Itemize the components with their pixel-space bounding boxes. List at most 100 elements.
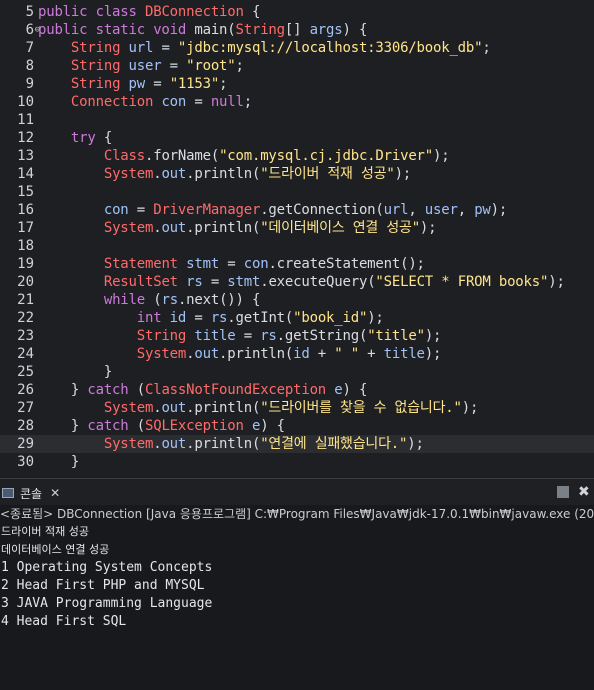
code-token: title xyxy=(383,346,425,362)
code-token: System xyxy=(103,436,154,452)
line-number: 23 xyxy=(17,328,34,344)
line-number: 21 xyxy=(17,292,34,308)
code-line[interactable]: 25 } xyxy=(0,363,594,381)
code-line[interactable]: 14 System.out.println("드라이버 적재 성공"); xyxy=(0,165,594,183)
code-token: "드라이버 적재 성공" xyxy=(260,166,395,182)
code-line[interactable]: 18 xyxy=(0,237,594,255)
code-token: .getInt( xyxy=(227,310,294,326)
code-token: main xyxy=(194,22,228,38)
code-token: { xyxy=(95,130,113,146)
code-token: Connection xyxy=(70,94,154,110)
code-text: System.out.println("드라이버 적재 성공"); xyxy=(38,165,411,183)
code-text: String user = "root"; xyxy=(38,57,244,75)
code-token: ; xyxy=(243,94,252,110)
code-token: = xyxy=(128,202,154,218)
code-line[interactable]: 16 con = DriverManager.getConnection(url… xyxy=(0,201,594,219)
code-line[interactable]: 30 } xyxy=(0,453,594,471)
console-process-header: <종료됨> DBConnection [Java 응용프로그램] C:₩Prog… xyxy=(0,507,594,521)
code-token: "데이터베이스 연결 성공" xyxy=(260,220,420,236)
code-line[interactable]: 17 System.out.println("데이터베이스 연결 성공"); xyxy=(0,219,594,237)
code-line[interactable]: 19 Statement stmt = con.createStatement(… xyxy=(0,255,594,273)
code-token: ); xyxy=(407,436,424,452)
close-tab-icon[interactable]: ✕ xyxy=(50,486,60,500)
code-token: args xyxy=(309,22,343,38)
code-line[interactable]: 23 String title = rs.getString("title"); xyxy=(0,327,594,345)
code-editor[interactable]: 5 public class DBConnection {6 ⊖ public sta… xyxy=(0,0,594,478)
tab-console-label: 콘솔 xyxy=(20,486,43,501)
code-line[interactable]: 9 String pw = "1153"; xyxy=(0,75,594,93)
code-line[interactable]: 13 Class.forName("com.mysql.cj.jdbc.Driv… xyxy=(0,147,594,165)
code-text: } catch (ClassNotFoundException e) { xyxy=(38,381,367,399)
code-token: id xyxy=(169,310,187,326)
code-token: "jdbc:mysql://localhost:3306/book_db" xyxy=(177,40,483,56)
code-token: out xyxy=(194,346,220,362)
code-line[interactable]: 12 try { xyxy=(0,129,594,147)
code-line[interactable]: 24 System.out.println(id + " " + title); xyxy=(0,345,594,363)
line-number: 17 xyxy=(17,220,34,236)
code-text: String url = "jdbc:mysql://localhost:330… xyxy=(38,39,491,57)
line-number: 5 xyxy=(25,4,34,20)
code-text: ResultSet rs = stmt.executeQuery("SELECT… xyxy=(38,273,565,291)
code-line[interactable]: 5 public class DBConnection { xyxy=(0,3,594,21)
code-text: System.out.println(id + " " + title); xyxy=(38,345,442,363)
tab-console[interactable]: 콘솔 ✕ xyxy=(2,483,60,503)
code-line[interactable]: 7 String url = "jdbc:mysql://localhost:3… xyxy=(0,39,594,57)
line-number: 11 xyxy=(17,112,34,128)
code-line[interactable]: 28 } catch (SQLException e) { xyxy=(0,417,594,435)
code-token: } xyxy=(38,364,113,380)
code-line[interactable]: 20 ResultSet rs = stmt.executeQuery("SEL… xyxy=(0,273,594,291)
line-number: 30 xyxy=(17,454,34,470)
code-token: e xyxy=(334,382,343,398)
code-token: user xyxy=(128,58,162,74)
code-token: out xyxy=(161,220,187,236)
console-output-line: 드라이버 적재 성공 xyxy=(1,525,89,538)
code-line[interactable]: 10 Connection con = null; xyxy=(0,93,594,111)
console-tab-bar: 콘솔 ✕ ✖ xyxy=(0,478,594,505)
code-line[interactable]: 22 int id = rs.getInt("book_id"); xyxy=(0,309,594,327)
line-number: 9 xyxy=(25,76,34,92)
code-line[interactable]: 8 String user = "root"; xyxy=(0,57,594,75)
code-line[interactable]: 27 System.out.println("드라이버를 찾을 수 없습니다."… xyxy=(0,399,594,417)
line-number: 8 xyxy=(25,58,34,74)
code-line[interactable]: 26 } catch (ClassNotFoundException e) { xyxy=(0,381,594,399)
code-token: "title" xyxy=(367,328,425,344)
code-token: catch xyxy=(87,382,129,398)
code-token: = xyxy=(145,76,170,92)
code-line[interactable]: 11 xyxy=(0,111,594,129)
code-token: ; xyxy=(235,58,244,74)
code-text: Connection con = null; xyxy=(38,93,252,111)
terminate-button[interactable] xyxy=(557,486,569,498)
line-number: 19 xyxy=(17,256,34,272)
code-line[interactable]: 29 System.out.println("연결에 실패했습니다."); xyxy=(0,435,594,453)
code-token: = xyxy=(161,58,187,74)
code-token: = xyxy=(235,328,261,344)
line-number: 22 xyxy=(17,310,34,326)
code-token: " " xyxy=(334,346,359,362)
console-view: 콘솔 ✕ ✖ <종료됨> DBConnection [Java 응용프로그램] … xyxy=(0,478,594,690)
remove-launch-button[interactable]: ✖ xyxy=(578,485,592,499)
code-token: catch xyxy=(87,418,129,434)
code-line[interactable]: 15 xyxy=(0,183,594,201)
code-token: Statement xyxy=(103,256,178,272)
code-token: int xyxy=(136,310,162,326)
code-text: int id = rs.getInt("book_id"); xyxy=(38,309,384,327)
code-line[interactable]: 6 ⊖ public static void main(String[] args)… xyxy=(0,21,594,39)
console-output-line: 2 Head First PHP and MYSQL xyxy=(1,578,205,593)
code-token: con xyxy=(243,256,269,272)
code-token: } xyxy=(38,382,88,398)
code-line[interactable]: 21 while (rs.next()) { xyxy=(0,291,594,309)
code-token: id xyxy=(293,346,310,362)
code-token: { xyxy=(243,4,261,20)
code-token: String xyxy=(70,40,121,56)
